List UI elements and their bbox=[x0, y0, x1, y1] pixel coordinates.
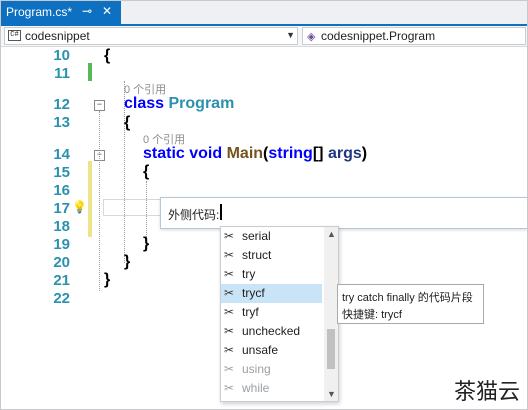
list-scrollbar[interactable]: ▲ ▼ bbox=[324, 227, 338, 401]
line-number: 22 bbox=[53, 290, 70, 307]
line-number: 19 bbox=[53, 236, 70, 253]
list-item-label: serial bbox=[242, 229, 271, 243]
tooltip-description: try catch finally 的代码片段 bbox=[342, 292, 473, 304]
project-dropdown-label: codesnippet bbox=[25, 29, 90, 43]
keyword-token: static bbox=[143, 145, 185, 162]
snippet-row-highlight bbox=[103, 199, 162, 216]
pin-icon[interactable]: ⊸ bbox=[82, 4, 92, 18]
list-item[interactable]: ✂ serial bbox=[221, 227, 322, 246]
close-icon[interactable]: ✕ bbox=[102, 4, 112, 18]
watermark: 茶猫云 bbox=[451, 374, 522, 406]
list-item-label: try bbox=[242, 267, 256, 281]
line-number: 11 bbox=[54, 65, 70, 82]
list-item-label: using bbox=[242, 362, 271, 376]
keyword-token: void bbox=[189, 145, 223, 162]
list-item-label: while bbox=[242, 381, 270, 395]
line-number: 21 bbox=[53, 272, 70, 289]
surround-with-label: 外侧代码: bbox=[168, 208, 220, 222]
tooltip-shortcut: 快捷键: trycf bbox=[342, 309, 402, 321]
list-item[interactable]: ✂ tryf bbox=[221, 303, 322, 322]
code-line-20: } bbox=[124, 253, 131, 270]
code-line-15: { bbox=[143, 163, 150, 180]
class-icon: ◈ bbox=[307, 31, 316, 43]
navigation-bar: C# codesnippet ▼ ◈ codesnippet.Program bbox=[0, 26, 528, 47]
list-item-label: struct bbox=[242, 248, 272, 262]
type-dropdown-label: codesnippet.Program bbox=[321, 29, 436, 43]
list-item[interactable]: ✂ unsafe bbox=[221, 341, 322, 360]
type-token: Program bbox=[168, 95, 235, 112]
code-line-21: } bbox=[104, 271, 111, 288]
surround-with-input-caret[interactable] bbox=[220, 204, 222, 220]
line-number: 20 bbox=[53, 254, 70, 271]
code-line-19: } bbox=[143, 235, 150, 252]
line-number: 14 bbox=[53, 146, 70, 163]
list-item[interactable]: ✂ using bbox=[221, 360, 322, 379]
scroll-down-icon[interactable]: ▼ bbox=[327, 389, 336, 399]
collapse-toggle-class[interactable]: − bbox=[94, 100, 105, 111]
line-number: 18 bbox=[53, 218, 70, 235]
project-dropdown[interactable]: C# codesnippet ▼ bbox=[4, 27, 298, 45]
scroll-up-icon[interactable]: ▲ bbox=[327, 229, 336, 239]
saved-change-marker bbox=[88, 63, 92, 81]
outline-guide bbox=[99, 111, 100, 291]
snippet-icon: ✂ bbox=[224, 229, 235, 243]
param-token: args bbox=[327, 145, 362, 162]
snippet-icon: ✂ bbox=[224, 305, 235, 319]
list-item-label: unchecked bbox=[242, 324, 301, 338]
punct-token: [] bbox=[312, 145, 324, 162]
code-line-14: static void Main(string[] args) bbox=[143, 145, 367, 163]
line-number: 15 bbox=[53, 164, 70, 181]
snippet-completion-list[interactable]: ✂ serial ✂ struct ✂ try ✂ trycf ✂ tryf ✂ unche… bbox=[220, 226, 339, 402]
list-item-label: tryf bbox=[242, 305, 259, 319]
tab-title: Program.cs* bbox=[6, 5, 73, 19]
code-line-12: class Program bbox=[124, 95, 234, 113]
chevron-down-icon: ▼ bbox=[286, 30, 295, 40]
line-number: 13 bbox=[53, 114, 70, 131]
code-line-10: { bbox=[104, 47, 111, 64]
list-item[interactable]: ✂ try bbox=[221, 265, 322, 284]
keyword-token: class bbox=[124, 95, 165, 112]
list-item[interactable]: ✂ while bbox=[221, 379, 322, 398]
type-dropdown[interactable]: ◈ codesnippet.Program bbox=[302, 27, 526, 45]
list-item-selected[interactable]: ✂ trycf bbox=[221, 284, 322, 303]
line-number: 12 bbox=[53, 96, 70, 113]
keyword-token: string bbox=[268, 145, 313, 162]
punct-token: ) bbox=[361, 145, 368, 162]
document-tab-bar: Program.cs* ⊸ ✕ bbox=[0, 0, 528, 26]
list-item[interactable]: ✂ struct bbox=[221, 246, 322, 265]
snippet-icon: ✂ bbox=[224, 248, 235, 262]
snippet-icon: ✂ bbox=[224, 362, 235, 376]
code-line-13: { bbox=[124, 114, 131, 131]
list-item[interactable]: ✂ unchecked bbox=[221, 322, 322, 341]
snippet-icon: ✂ bbox=[224, 324, 235, 338]
list-item-label: unsafe bbox=[242, 343, 279, 357]
snippet-icon: ✂ bbox=[224, 343, 235, 357]
line-number: 17 bbox=[53, 200, 70, 217]
surround-with-panel: 外侧代码: bbox=[160, 197, 528, 229]
line-number: 16 bbox=[53, 182, 70, 199]
tab-program-cs[interactable]: Program.cs* ⊸ ✕ bbox=[0, 0, 121, 24]
snippet-icon: ✂ bbox=[224, 286, 235, 300]
line-number: 10 bbox=[53, 47, 70, 64]
method-token: Main bbox=[226, 145, 264, 162]
lightbulb-icon[interactable]: 💡 bbox=[72, 200, 87, 214]
snippet-icon: ✂ bbox=[224, 381, 235, 395]
snippet-icon: ✂ bbox=[224, 267, 235, 281]
scrollbar-thumb[interactable] bbox=[327, 329, 335, 369]
csharp-project-icon: C# bbox=[8, 30, 21, 41]
list-item-label: trycf bbox=[242, 286, 265, 300]
unsaved-change-marker bbox=[88, 161, 92, 237]
snippet-tooltip: try catch finally 的代码片段 快捷键: trycf bbox=[337, 284, 484, 324]
